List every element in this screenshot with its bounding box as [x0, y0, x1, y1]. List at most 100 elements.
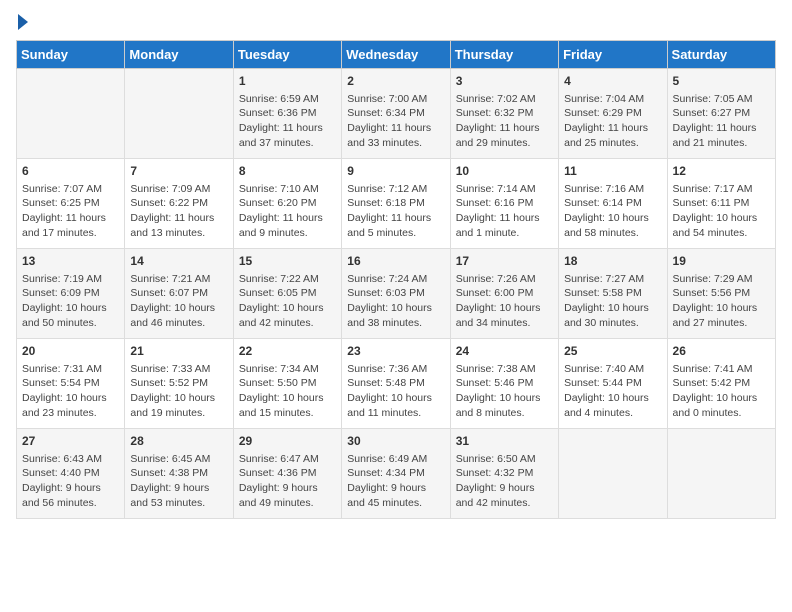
- calendar-cell: [667, 429, 775, 519]
- day-number: 23: [347, 343, 444, 360]
- cell-content: Sunrise: 7:31 AM Sunset: 5:54 PM Dayligh…: [22, 362, 119, 421]
- header-cell-thursday: Thursday: [450, 41, 558, 69]
- calendar-cell: 1 Sunrise: 6:59 AM Sunset: 6:36 PM Daylig…: [233, 69, 341, 159]
- day-number: 17: [456, 253, 553, 270]
- cell-content: Sunrise: 7:16 AM Sunset: 6:14 PM Dayligh…: [564, 182, 661, 241]
- cell-content: Sunrise: 7:38 AM Sunset: 5:46 PM Dayligh…: [456, 362, 553, 421]
- day-number: 24: [456, 343, 553, 360]
- calendar-cell: 25 Sunrise: 7:40 AM Sunset: 5:44 PM Dayli…: [559, 339, 667, 429]
- calendar-cell: 13 Sunrise: 7:19 AM Sunset: 6:09 PM Dayli…: [17, 249, 125, 339]
- day-number: 30: [347, 433, 444, 450]
- cell-content: Sunrise: 7:27 AM Sunset: 5:58 PM Dayligh…: [564, 272, 661, 331]
- cell-content: Sunrise: 7:10 AM Sunset: 6:20 PM Dayligh…: [239, 182, 336, 241]
- header-cell-friday: Friday: [559, 41, 667, 69]
- week-row-5: 27 Sunrise: 6:43 AM Sunset: 4:40 PM Dayli…: [17, 429, 776, 519]
- cell-content: Sunrise: 6:43 AM Sunset: 4:40 PM Dayligh…: [22, 452, 119, 511]
- calendar-cell: 10Sunrise: 7:14 AM Sunset: 6:16 PM Dayli…: [450, 159, 558, 249]
- cell-content: Sunrise: 7:02 AM Sunset: 6:32 PM Dayligh…: [456, 92, 553, 151]
- calendar-cell: 20 Sunrise: 7:31 AM Sunset: 5:54 PM Dayli…: [17, 339, 125, 429]
- cell-content: Sunrise: 7:09 AM Sunset: 6:22 PM Dayligh…: [130, 182, 227, 241]
- day-number: 3: [456, 73, 553, 90]
- header-cell-tuesday: Tuesday: [233, 41, 341, 69]
- calendar-cell: 17 Sunrise: 7:26 AM Sunset: 6:00 PM Dayli…: [450, 249, 558, 339]
- day-number: 13: [22, 253, 119, 270]
- cell-content: Sunrise: 7:41 AM Sunset: 5:42 PM Dayligh…: [673, 362, 770, 421]
- calendar-cell: [17, 69, 125, 159]
- cell-content: Sunrise: 7:33 AM Sunset: 5:52 PM Dayligh…: [130, 362, 227, 421]
- header-cell-saturday: Saturday: [667, 41, 775, 69]
- day-number: 8: [239, 163, 336, 180]
- week-row-4: 20 Sunrise: 7:31 AM Sunset: 5:54 PM Dayli…: [17, 339, 776, 429]
- calendar-cell: 21Sunrise: 7:33 AM Sunset: 5:52 PM Dayli…: [125, 339, 233, 429]
- day-number: 4: [564, 73, 661, 90]
- cell-content: Sunrise: 7:04 AM Sunset: 6:29 PM Dayligh…: [564, 92, 661, 151]
- header-cell-monday: Monday: [125, 41, 233, 69]
- day-number: 11: [564, 163, 661, 180]
- header-cell-sunday: Sunday: [17, 41, 125, 69]
- day-number: 1: [239, 73, 336, 90]
- cell-content: Sunrise: 7:07 AM Sunset: 6:25 PM Dayligh…: [22, 182, 119, 241]
- day-number: 19: [673, 253, 770, 270]
- cell-content: Sunrise: 7:19 AM Sunset: 6:09 PM Dayligh…: [22, 272, 119, 331]
- header-area: [16, 16, 776, 30]
- calendar-cell: 31 Sunrise: 6:50 AM Sunset: 4:32 PM Dayli…: [450, 429, 558, 519]
- day-number: 29: [239, 433, 336, 450]
- day-number: 31: [456, 433, 553, 450]
- week-row-2: 6 Sunrise: 7:07 AM Sunset: 6:25 PM Daylig…: [17, 159, 776, 249]
- cell-content: Sunrise: 7:21 AM Sunset: 6:07 PM Dayligh…: [130, 272, 227, 331]
- cell-content: Sunrise: 7:24 AM Sunset: 6:03 PM Dayligh…: [347, 272, 444, 331]
- cell-content: Sunrise: 7:26 AM Sunset: 6:00 PM Dayligh…: [456, 272, 553, 331]
- cell-content: Sunrise: 6:49 AM Sunset: 4:34 PM Dayligh…: [347, 452, 444, 511]
- cell-content: Sunrise: 6:47 AM Sunset: 4:36 PM Dayligh…: [239, 452, 336, 511]
- calendar-cell: 5 Sunrise: 7:05 AM Sunset: 6:27 PM Daylig…: [667, 69, 775, 159]
- calendar-cell: 11 Sunrise: 7:16 AM Sunset: 6:14 PM Dayli…: [559, 159, 667, 249]
- day-number: 16: [347, 253, 444, 270]
- day-number: 9: [347, 163, 444, 180]
- day-number: 2: [347, 73, 444, 90]
- day-number: 18: [564, 253, 661, 270]
- calendar-cell: 8 Sunrise: 7:10 AM Sunset: 6:20 PM Daylig…: [233, 159, 341, 249]
- calendar-cell: 26 Sunrise: 7:41 AM Sunset: 5:42 PM Dayli…: [667, 339, 775, 429]
- cell-content: Sunrise: 7:12 AM Sunset: 6:18 PM Dayligh…: [347, 182, 444, 241]
- cell-content: Sunrise: 7:29 AM Sunset: 5:56 PM Dayligh…: [673, 272, 770, 331]
- calendar-cell: 14 Sunrise: 7:21 AM Sunset: 6:07 PM Dayli…: [125, 249, 233, 339]
- cell-content: Sunrise: 7:22 AM Sunset: 6:05 PM Dayligh…: [239, 272, 336, 331]
- calendar-cell: 30 Sunrise: 6:49 AM Sunset: 4:34 PM Dayli…: [342, 429, 450, 519]
- day-number: 27: [22, 433, 119, 450]
- logo-triangle-icon: [18, 14, 28, 30]
- day-number: 22: [239, 343, 336, 360]
- logo: [16, 16, 28, 30]
- calendar-cell: 27 Sunrise: 6:43 AM Sunset: 4:40 PM Dayli…: [17, 429, 125, 519]
- week-row-3: 13 Sunrise: 7:19 AM Sunset: 6:09 PM Dayli…: [17, 249, 776, 339]
- calendar-cell: 9 Sunrise: 7:12 AM Sunset: 6:18 PM Daylig…: [342, 159, 450, 249]
- cell-content: Sunrise: 7:05 AM Sunset: 6:27 PM Dayligh…: [673, 92, 770, 151]
- cell-content: Sunrise: 6:50 AM Sunset: 4:32 PM Dayligh…: [456, 452, 553, 511]
- calendar-cell: [559, 429, 667, 519]
- day-number: 28: [130, 433, 227, 450]
- calendar-cell: [125, 69, 233, 159]
- day-number: 12: [673, 163, 770, 180]
- day-number: 20: [22, 343, 119, 360]
- cell-content: Sunrise: 6:45 AM Sunset: 4:38 PM Dayligh…: [130, 452, 227, 511]
- calendar-cell: 22Sunrise: 7:34 AM Sunset: 5:50 PM Dayli…: [233, 339, 341, 429]
- day-number: 26: [673, 343, 770, 360]
- calendar-cell: 2Sunrise: 7:00 AM Sunset: 6:34 PM Daylig…: [342, 69, 450, 159]
- calendar-cell: 15Sunrise: 7:22 AM Sunset: 6:05 PM Dayli…: [233, 249, 341, 339]
- calendar-cell: 12Sunrise: 7:17 AM Sunset: 6:11 PM Dayli…: [667, 159, 775, 249]
- cell-content: Sunrise: 7:14 AM Sunset: 6:16 PM Dayligh…: [456, 182, 553, 241]
- day-number: 25: [564, 343, 661, 360]
- calendar-cell: 18 Sunrise: 7:27 AM Sunset: 5:58 PM Dayli…: [559, 249, 667, 339]
- calendar-cell: 16 Sunrise: 7:24 AM Sunset: 6:03 PM Dayli…: [342, 249, 450, 339]
- calendar-cell: 7 Sunrise: 7:09 AM Sunset: 6:22 PM Daylig…: [125, 159, 233, 249]
- header-cell-wednesday: Wednesday: [342, 41, 450, 69]
- day-number: 5: [673, 73, 770, 90]
- day-number: 6: [22, 163, 119, 180]
- cell-content: Sunrise: 6:59 AM Sunset: 6:36 PM Dayligh…: [239, 92, 336, 151]
- header-row: SundayMondayTuesdayWednesdayThursdayFrid…: [17, 41, 776, 69]
- cell-content: Sunrise: 7:40 AM Sunset: 5:44 PM Dayligh…: [564, 362, 661, 421]
- cell-content: Sunrise: 7:36 AM Sunset: 5:48 PM Dayligh…: [347, 362, 444, 421]
- calendar-cell: 4 Sunrise: 7:04 AM Sunset: 6:29 PM Daylig…: [559, 69, 667, 159]
- day-number: 7: [130, 163, 227, 180]
- day-number: 14: [130, 253, 227, 270]
- calendar-cell: 6 Sunrise: 7:07 AM Sunset: 6:25 PM Daylig…: [17, 159, 125, 249]
